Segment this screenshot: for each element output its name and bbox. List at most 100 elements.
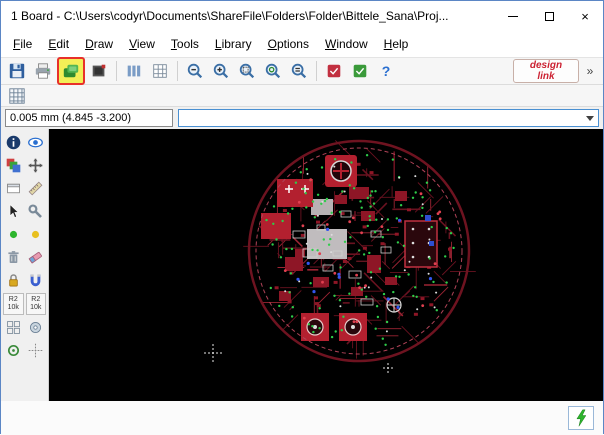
window-title: 1 Board - C:\Users\codyr\Documents\Share…: [11, 9, 495, 23]
layers-icon: [5, 157, 22, 174]
zoom-window-button[interactable]: [235, 59, 259, 83]
placement-button[interactable]: [122, 59, 146, 83]
zoom-window-icon: [238, 62, 256, 80]
side-toolbar: R2 10k R2 10k: [1, 129, 49, 401]
menu-help[interactable]: Help: [376, 33, 417, 55]
close-icon: ×: [581, 9, 589, 24]
pad-icon: [27, 319, 44, 336]
component-preview-button-2[interactable]: R2 10k: [26, 293, 47, 315]
coordinate-bar: 0.005 mm (4.845 -3.200): [1, 107, 603, 129]
component-pattern-button[interactable]: [59, 59, 83, 83]
main-area: R2 10k R2 10k: [1, 129, 603, 401]
zoom-in-button[interactable]: [209, 59, 233, 83]
zoom-board-button[interactable]: [261, 59, 285, 83]
measure-tool-button[interactable]: [26, 178, 47, 199]
pads-button[interactable]: [26, 317, 47, 338]
snap-button[interactable]: [26, 270, 47, 291]
menu-options[interactable]: Options: [260, 33, 317, 55]
design-link-button[interactable]: design link: [513, 59, 579, 83]
layers-button[interactable]: [3, 155, 24, 176]
grid-icon: [8, 87, 26, 105]
zoom-in-icon: [212, 62, 230, 80]
pattern-grid-button[interactable]: [3, 317, 24, 338]
verification-button[interactable]: [322, 59, 346, 83]
pcb-design: [49, 129, 603, 401]
green-check-icon: [351, 62, 369, 80]
compare-button[interactable]: [348, 59, 372, 83]
zoom-out-button[interactable]: [183, 59, 207, 83]
update-button[interactable]: [87, 59, 111, 83]
toolbar-separator: [316, 61, 317, 81]
bottom-bar: [1, 401, 603, 435]
combo-dropdown-button[interactable]: [582, 110, 598, 126]
columns-icon: [125, 62, 143, 80]
origin-button[interactable]: [26, 340, 47, 361]
secondary-toolbar: [1, 85, 603, 107]
info-button[interactable]: [3, 132, 24, 153]
trash-icon: [5, 249, 22, 266]
command-input[interactable]: [179, 110, 582, 126]
maximize-button[interactable]: [531, 1, 567, 31]
lock-button[interactable]: [3, 270, 24, 291]
select-tool-button[interactable]: [3, 201, 24, 222]
eye-icon: [27, 134, 44, 151]
delete-button[interactable]: [3, 247, 24, 268]
crosshair-icon: [27, 342, 44, 359]
pcb-canvas[interactable]: [49, 129, 603, 401]
maximize-icon: [545, 12, 554, 21]
toolbar-overflow-button[interactable]: »: [581, 59, 599, 83]
main-toolbar: ? design link »: [1, 57, 603, 85]
minimize-icon: [508, 16, 518, 17]
magnet-icon: [27, 272, 44, 289]
highlight-net-button[interactable]: [26, 224, 47, 245]
window-controls: ×: [495, 1, 603, 31]
minimize-button[interactable]: [495, 1, 531, 31]
box-icon: [5, 180, 22, 197]
via-icon: [5, 342, 22, 359]
zoom-board-icon: [264, 62, 282, 80]
erase-button[interactable]: [26, 247, 47, 268]
pattern-grid-icon: [5, 319, 22, 336]
toolbar-separator: [116, 61, 117, 81]
menu-window[interactable]: Window: [317, 33, 376, 55]
titlebar: 1 Board - C:\Users\codyr\Documents\Share…: [1, 1, 603, 31]
connection-manager-button[interactable]: [568, 406, 594, 430]
menu-view[interactable]: View: [121, 33, 163, 55]
close-button[interactable]: ×: [567, 1, 603, 31]
save-button[interactable]: [5, 59, 29, 83]
menu-edit[interactable]: Edit: [40, 33, 77, 55]
menu-draw[interactable]: Draw: [77, 33, 121, 55]
wrench-icon: [27, 203, 44, 220]
tools-button[interactable]: [26, 201, 47, 222]
move-tool-button[interactable]: [26, 155, 47, 176]
help-button[interactable]: ?: [374, 59, 398, 83]
placement-box-button[interactable]: [3, 178, 24, 199]
component-refdes: R2: [9, 296, 18, 303]
move-icon: [27, 157, 44, 174]
command-combobox: [178, 109, 599, 127]
menu-library[interactable]: Library: [207, 33, 260, 55]
menubar: File Edit Draw View Tools Library Option…: [1, 31, 603, 57]
print-icon: [34, 62, 52, 80]
print-button[interactable]: [31, 59, 55, 83]
cursor-icon: [5, 203, 22, 220]
lock-icon: [5, 272, 22, 289]
green-component-icon: [62, 62, 80, 80]
scale-select-button[interactable]: [148, 59, 172, 83]
green-dot-icon: [5, 226, 22, 243]
menu-file[interactable]: File: [5, 33, 40, 55]
save-icon: [8, 62, 26, 80]
chevron-down-icon: [586, 116, 594, 121]
zoom-previous-icon: [290, 62, 308, 80]
highlight-annotation: [57, 57, 85, 85]
zoom-previous-button[interactable]: [287, 59, 311, 83]
visibility-button[interactable]: [26, 132, 47, 153]
grid-toggle-button[interactable]: [5, 84, 29, 108]
ratsnest-toggle-button[interactable]: [3, 224, 24, 245]
menu-tools[interactable]: Tools: [163, 33, 207, 55]
scale-grid-icon: [151, 62, 169, 80]
component-preview-button-1[interactable]: R2 10k: [3, 293, 24, 315]
component-refdes: R2: [31, 296, 40, 303]
eraser-icon: [27, 249, 44, 266]
via-button[interactable]: [3, 340, 24, 361]
